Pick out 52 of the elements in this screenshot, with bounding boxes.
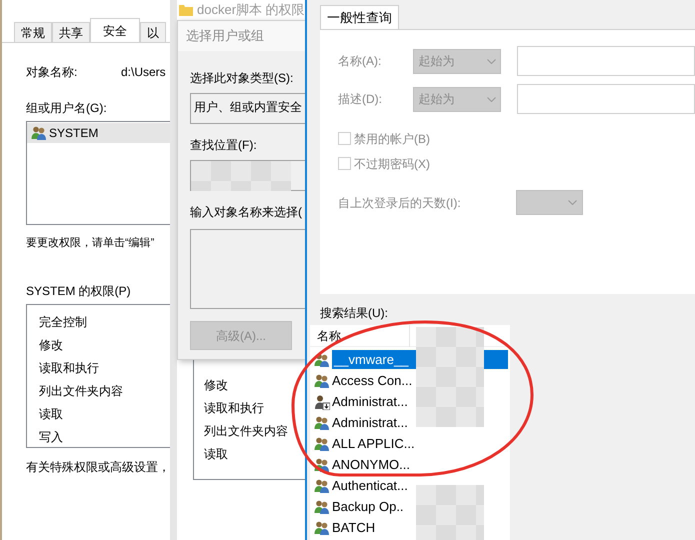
user-group-icon xyxy=(314,352,330,368)
tab[interactable]: 以 xyxy=(140,22,166,42)
chevron-down-icon xyxy=(486,96,496,102)
permission-name: 读取 xyxy=(204,446,228,463)
text-field[interactable] xyxy=(516,46,695,76)
checkbox-label: 禁用的帐户(B) xyxy=(354,130,430,148)
folder-icon xyxy=(179,4,193,16)
window-title: docker脚本 的权限 xyxy=(197,0,305,19)
permission-name: 列出文件夹内容 xyxy=(39,382,123,400)
object-type-field: 用户、组或内置安全 xyxy=(190,93,305,124)
user-group-icon xyxy=(31,125,47,141)
permission-name: 读取和执行 xyxy=(204,400,264,417)
tab[interactable]: 共享 xyxy=(52,22,90,42)
tab[interactable]: 常规 xyxy=(14,22,52,42)
user-group-icon xyxy=(314,372,330,388)
permission-name: 完全控制 xyxy=(39,314,87,330)
permissions-label: SYSTEM 的权限(P) xyxy=(26,282,131,300)
names-field[interactable] xyxy=(190,229,305,309)
user-group-icon xyxy=(314,478,330,494)
tab[interactable]: 安全 xyxy=(90,18,140,42)
user-group-icon xyxy=(314,498,330,514)
checkbox-label: 不过期密码(X) xyxy=(354,156,430,172)
text-field[interactable] xyxy=(516,84,695,114)
user-group-icon xyxy=(314,520,330,536)
edit-hint: 要更改权限，请单击“编辑” xyxy=(26,236,154,251)
user-download-icon xyxy=(314,394,330,410)
enter-names-label: 输入对象名称来选择( xyxy=(190,204,302,221)
object-name-value: d:\Users xyxy=(121,64,166,79)
permission-name: 修改 xyxy=(204,377,228,394)
results-label: 搜索结果(U): xyxy=(320,305,388,320)
permission-name: 修改 xyxy=(39,336,63,354)
object-type-label: 选择此对象类型(S): xyxy=(190,70,294,87)
permission-name: 列出文件夹内容 xyxy=(204,423,288,440)
permission-name: 写入 xyxy=(39,428,63,446)
list-item[interactable]: SYSTEM xyxy=(27,123,170,143)
permission-name: 读取和执行 xyxy=(39,360,99,376)
groups-label: 组或用户名(G): xyxy=(26,100,107,117)
chevron-down-icon xyxy=(486,58,496,64)
object-name-label: 对象名称: xyxy=(26,64,78,79)
dialog-title: 选择用户或组 xyxy=(186,27,264,46)
user-group-icon xyxy=(314,436,330,452)
blur-mosaic xyxy=(416,485,484,540)
advanced-hint: 有关特殊权限或高级设置， xyxy=(26,458,170,476)
chevron-down-icon xyxy=(568,200,577,205)
location-label: 查找位置(F): xyxy=(190,137,257,154)
days-label: 自上次登录后的天数(I): xyxy=(338,196,461,210)
days-dropdown[interactable] xyxy=(516,190,583,215)
field-label: 名称(A): xyxy=(338,54,382,68)
permission-name: 读取 xyxy=(39,406,63,422)
user-group-icon xyxy=(314,414,330,430)
user-group-icon xyxy=(314,456,330,472)
field-label: 描述(D): xyxy=(338,92,382,106)
